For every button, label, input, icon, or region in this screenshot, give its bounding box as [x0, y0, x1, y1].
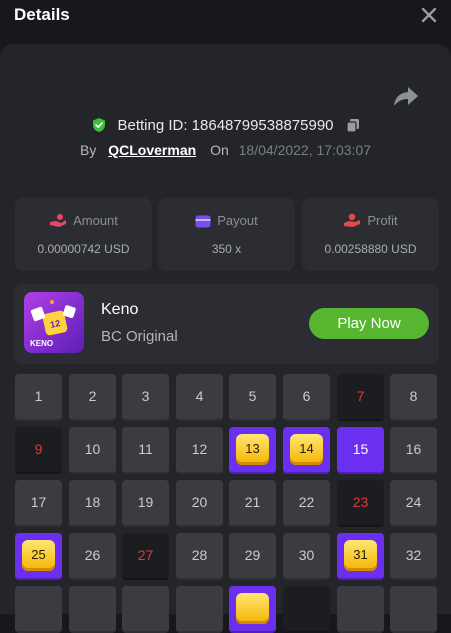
keno-cell[interactable]: 3 [122, 374, 169, 421]
keno-cell[interactable]: 11 [122, 427, 169, 474]
profit-value: 0.00258880 USD [324, 242, 417, 256]
by-label: By [80, 142, 97, 158]
keno-cell[interactable]: 28 [176, 533, 223, 580]
keno-cell[interactable]: 25 [15, 533, 62, 580]
close-icon[interactable] [418, 4, 440, 26]
keno-cell[interactable]: 12 [176, 427, 223, 474]
matched-gem: 14 [290, 434, 323, 465]
keno-cell[interactable]: 13 [229, 427, 276, 474]
keno-cell[interactable]: 8 [390, 374, 437, 421]
keno-cell[interactable]: 27 [122, 533, 169, 580]
profit-card: Profit 0.00258880 USD [302, 198, 439, 271]
share-icon[interactable] [393, 84, 419, 108]
keno-cell[interactable]: 18 [69, 480, 116, 527]
keno-cell[interactable]: 23 [337, 480, 384, 527]
matched-gem [236, 593, 269, 624]
keno-cell[interactable]: 9 [15, 427, 62, 474]
keno-cell[interactable]: 15 [337, 427, 384, 474]
amount-label: Amount [73, 213, 118, 228]
keno-number-grid: 1 2 3 4 5 6 7 8 9 10 11 12 13 14 15 16 17 18 19 20 21 22 23 24 2… [15, 374, 439, 633]
amount-icon [50, 214, 67, 227]
copy-icon[interactable] [346, 118, 360, 133]
keno-cell[interactable]: 17 [15, 480, 62, 527]
keno-cell[interactable]: 20 [176, 480, 223, 527]
keno-cell[interactable]: 10 [69, 427, 116, 474]
keno-cell[interactable]: 6 [283, 374, 330, 421]
keno-cell[interactable]: 4 [176, 374, 223, 421]
profit-label: Profit [367, 213, 398, 228]
betting-id-row: Betting ID: 18648799538875990 [0, 116, 451, 136]
keno-cell[interactable] [283, 586, 330, 633]
keno-cell[interactable]: 24 [390, 480, 437, 527]
game-name: Keno [101, 301, 139, 318]
modal-title: Details [14, 5, 70, 24]
bettor-row: By QCLoverman On 18/04/2022, 17:03:07 [0, 142, 451, 158]
thumb-text: KENO [30, 339, 54, 348]
username-link[interactable]: QCLoverman [108, 142, 196, 158]
keno-cell[interactable] [122, 586, 169, 633]
matched-gem: 25 [22, 540, 55, 571]
keno-cell[interactable] [390, 586, 437, 633]
svg-text:12: 12 [49, 318, 61, 330]
keno-cell[interactable] [337, 586, 384, 633]
keno-cell[interactable]: 5 [229, 374, 276, 421]
amount-value: 0.00000742 USD [37, 242, 130, 256]
bet-date: 18/04/2022, 17:03:07 [238, 142, 371, 158]
matched-gem: 13 [236, 434, 269, 465]
keno-cell[interactable]: 19 [122, 480, 169, 527]
keno-cell[interactable]: 7 [337, 374, 384, 421]
keno-cell[interactable]: 26 [69, 533, 116, 580]
profit-icon [344, 213, 361, 227]
keno-cell[interactable]: 14 [283, 427, 330, 474]
keno-cell[interactable]: 1 [15, 374, 62, 421]
play-now-button[interactable]: Play Now [309, 308, 429, 339]
game-subtitle: BC Original [101, 328, 178, 345]
payout-value: 350 x [211, 242, 242, 256]
keno-cell[interactable]: 29 [229, 533, 276, 580]
keno-cell[interactable] [69, 586, 116, 633]
matched-gem: 31 [344, 540, 377, 571]
keno-cell[interactable]: 32 [390, 533, 437, 580]
keno-cell[interactable]: 2 [69, 374, 116, 421]
keno-cell[interactable]: 22 [283, 480, 330, 527]
keno-cell[interactable]: 31 [337, 533, 384, 580]
keno-cell[interactable]: 16 [390, 427, 437, 474]
keno-cell[interactable]: 21 [229, 480, 276, 527]
amount-card: Amount 0.00000742 USD [15, 198, 152, 271]
keno-cell[interactable] [176, 586, 223, 633]
verified-shield-icon [93, 118, 106, 133]
keno-cell[interactable]: 30 [283, 533, 330, 580]
payout-label: Payout [217, 213, 258, 228]
betting-id: Betting ID: 18648799538875990 [117, 116, 334, 134]
game-card: 12 KENO Keno BC Original Play Now [14, 284, 439, 364]
keno-thumbnail[interactable]: 12 KENO [24, 292, 84, 353]
payout-card: Payout 350 x [158, 198, 295, 271]
keno-cell[interactable] [229, 586, 276, 633]
keno-cell[interactable] [15, 586, 62, 633]
on-label: On [210, 142, 229, 158]
payout-icon [195, 215, 211, 228]
modal-header: Details [0, 0, 451, 44]
